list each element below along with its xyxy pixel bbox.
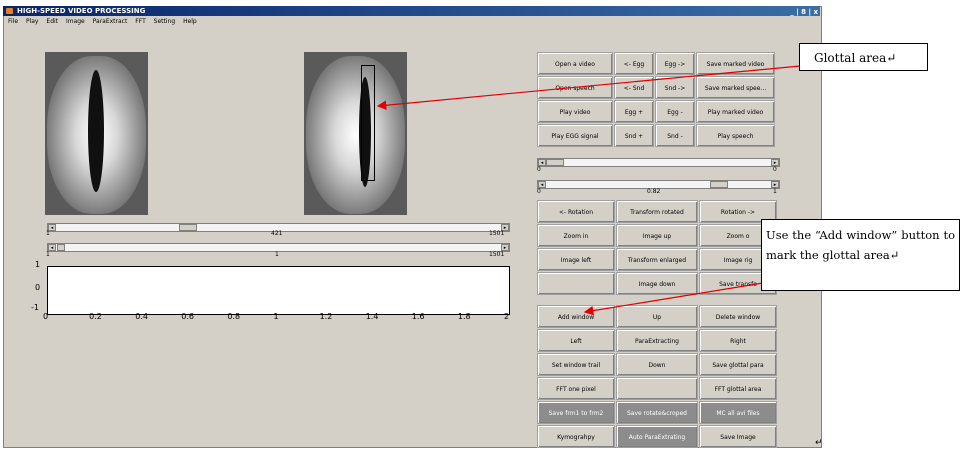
glottal-area-callout: Glottal area↵ <box>799 43 928 71</box>
add-window-callout: Use the “Add window” button to mark the … <box>761 219 960 291</box>
glottal-arrow <box>376 65 801 110</box>
add-window-arrow <box>583 282 764 316</box>
return-mark: ↵ <box>815 438 823 448</box>
